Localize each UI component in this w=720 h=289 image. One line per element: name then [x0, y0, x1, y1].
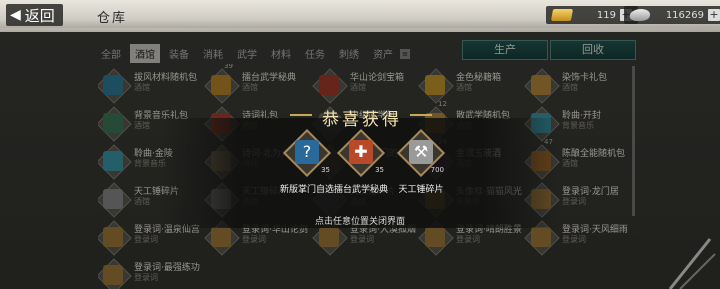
sword-decoration — [668, 238, 716, 289]
reward-quantity: 35 — [375, 166, 384, 174]
gold-ingot-icon — [550, 9, 574, 21]
gift-box-icon: ✚ — [349, 140, 373, 164]
top-bar: ◀ 返回 仓库 119 + 116269 + — [0, 0, 720, 38]
reward-item: ⚒ 700 天工锤碎片 — [386, 128, 456, 195]
silver-resource: 116269 + — [624, 6, 720, 24]
popup-title: 恭喜获得 — [322, 110, 402, 130]
reward-quantity: 700 — [430, 166, 444, 174]
back-arrow-icon: ◀ — [10, 7, 21, 23]
page-title: 仓库 — [97, 11, 128, 26]
title-ornament-left — [290, 114, 312, 126]
question-box-icon: ? — [295, 140, 319, 164]
reward-name: 天工锤碎片 — [398, 185, 444, 195]
title-ornament-right — [410, 114, 432, 126]
silver-ingot-icon — [628, 9, 652, 21]
gold-value: 119 — [596, 9, 616, 21]
back-label: 返回 — [24, 6, 55, 25]
back-button[interactable]: ◀ 返回 — [6, 4, 63, 26]
silver-value: 116269 — [665, 9, 704, 21]
close-hint: 点击任意位置关闭界面 — [314, 217, 405, 227]
warehouse-screen: ◀ 返回 仓库 119 + 116269 + 全部酒馆装备消耗武学材料任务刺绣资… — [0, 0, 720, 289]
hammer-shard-icon: ⚒ — [409, 140, 433, 164]
add-silver-button[interactable]: + — [708, 9, 720, 21]
